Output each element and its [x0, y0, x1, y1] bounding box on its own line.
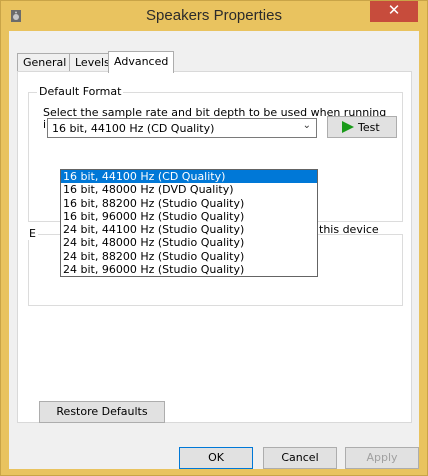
exclusive-mode-text: this device [319, 223, 379, 236]
dropdown-option[interactable]: 16 bit, 44100 Hz (CD Quality) [61, 170, 317, 184]
title-bar[interactable]: Speakers Properties [1, 1, 427, 31]
exclusive-mode-label: E [27, 227, 38, 240]
dropdown-option[interactable]: 24 bit, 48000 Hz (Studio Quality) [61, 236, 317, 249]
dropdown-option[interactable]: 16 bit, 96000 Hz (Studio Quality) [61, 210, 317, 223]
dropdown-option[interactable]: 24 bit, 44100 Hz (Studio Quality) [61, 223, 317, 236]
dropdown-option[interactable]: 24 bit, 88200 Hz (Studio Quality) [61, 250, 317, 263]
sample-rate-dropdown-list[interactable]: 16 bit, 44100 Hz (CD Quality) 16 bit, 48… [60, 169, 318, 277]
close-icon: ✕ [387, 2, 401, 19]
apply-button[interactable]: Apply [345, 447, 419, 469]
default-format-label: Default Format [37, 85, 124, 98]
tab-general[interactable]: General [17, 53, 73, 72]
window-title: Speakers Properties [146, 7, 282, 24]
tab-advanced[interactable]: Advanced [108, 51, 175, 73]
restore-defaults-button[interactable]: Restore Defaults [39, 401, 165, 423]
close-button[interactable]: ✕ [370, 1, 418, 22]
window: Speakers Properties ✕ General Levels Adv… [0, 0, 428, 476]
sample-rate-selected-value: 16 bit, 44100 Hz (CD Quality) [52, 122, 215, 135]
play-icon [342, 121, 354, 133]
dropdown-option[interactable]: 24 bit, 96000 Hz (Studio Quality) [61, 263, 317, 276]
cancel-button[interactable]: Cancel [263, 447, 337, 469]
ok-button[interactable]: OK [179, 447, 253, 469]
dropdown-option[interactable]: 16 bit, 88200 Hz (Studio Quality) [61, 197, 317, 210]
chevron-down-icon: ⌄ [302, 120, 311, 131]
test-button[interactable]: Test [327, 116, 397, 138]
dropdown-option[interactable]: 16 bit, 48000 Hz (DVD Quality) [61, 183, 317, 196]
test-button-label: Test [358, 121, 380, 134]
sample-rate-select[interactable]: 16 bit, 44100 Hz (CD Quality) ⌄ [47, 118, 317, 138]
